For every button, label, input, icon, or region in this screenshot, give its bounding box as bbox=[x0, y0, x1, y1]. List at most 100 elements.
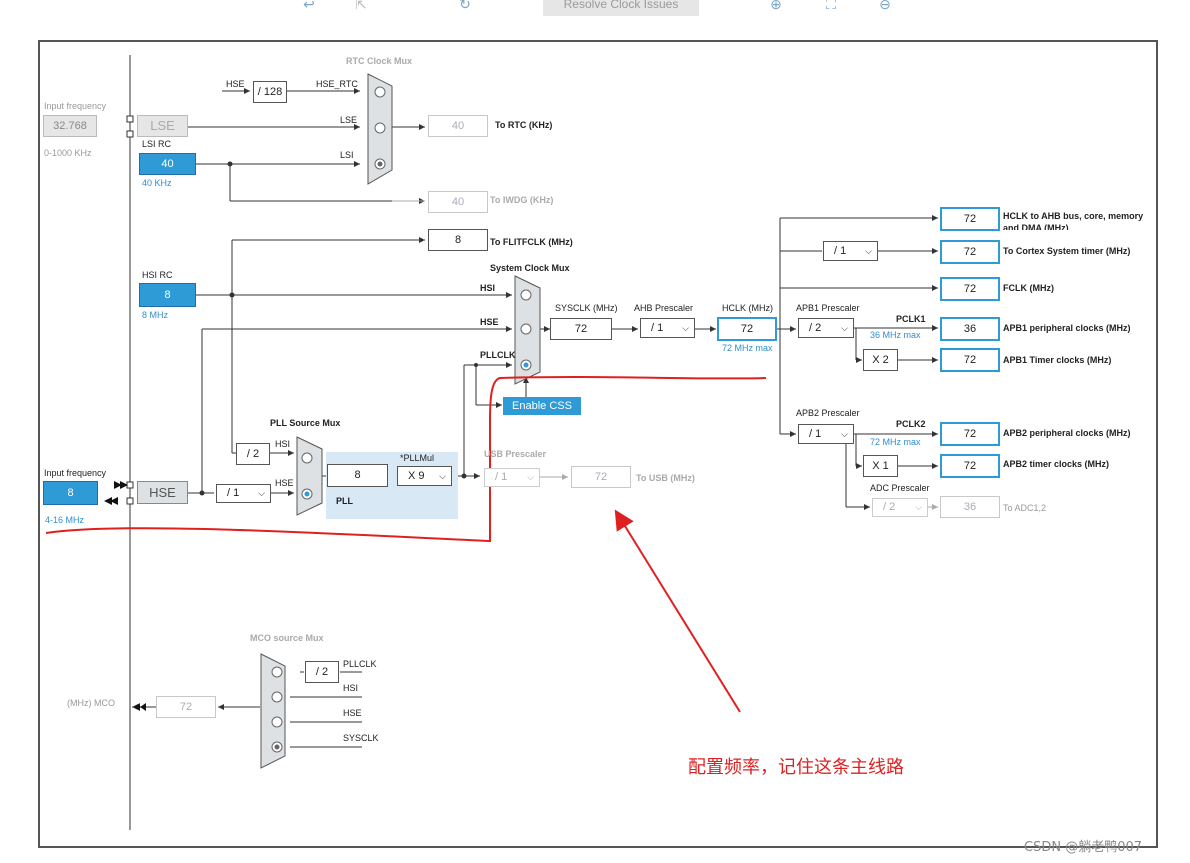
usb-output-label: To USB (MHz) bbox=[636, 473, 695, 483]
pll-source-mux-title: PLL Source Mux bbox=[270, 418, 341, 428]
adc-output-label: To ADC1,2 bbox=[1003, 503, 1047, 513]
pll-input-value: 8 bbox=[327, 464, 388, 487]
hclk-ahb-value: 72 bbox=[940, 207, 1000, 231]
pclk1-label: PCLK1 bbox=[896, 314, 926, 324]
chevron-down-icon: ⌵ bbox=[841, 323, 848, 333]
ahb-prescaler-value: / 1 bbox=[651, 322, 664, 334]
hse-oscillator[interactable]: HSE bbox=[137, 481, 188, 504]
pll-hsi-divider: / 2 bbox=[236, 443, 270, 465]
chevron-down-icon: ⌵ bbox=[527, 472, 534, 482]
rtc-lse-label: LSE bbox=[340, 115, 358, 125]
rtc-hse-divider[interactable]: / 128 bbox=[253, 81, 287, 103]
apb1-prescaler-label: APB1 Prescaler bbox=[796, 303, 860, 313]
pclk2-label: PCLK2 bbox=[896, 419, 926, 429]
sysmux-hsi-label: HSI bbox=[480, 283, 496, 293]
sysmux-pllclk-label: PLLCLK bbox=[480, 350, 516, 360]
rtc-output-value: 40 bbox=[428, 115, 488, 137]
watermark: CSDN @躺老鸭007 bbox=[1024, 840, 1143, 855]
hsi-name: HSI RC bbox=[142, 270, 173, 280]
apb2-timer-multiplier: X 1 bbox=[863, 455, 898, 477]
enable-css-button[interactable]: Enable CSS bbox=[503, 397, 581, 415]
apb2-peripheral-label: APB2 peripheral clocks (MHz) bbox=[1003, 428, 1131, 438]
mco-hse-label: HSE bbox=[343, 708, 362, 718]
pll-name: PLL bbox=[336, 496, 353, 506]
iwdg-output-label: To IWDG (KHz) bbox=[490, 195, 554, 205]
lse-oscillator[interactable]: LSE bbox=[137, 115, 188, 137]
rtc-lsi-label: LSI bbox=[340, 150, 354, 160]
chevron-down-icon: ⌵ bbox=[439, 471, 446, 481]
pll-hsi-label: HSI bbox=[275, 439, 291, 449]
hsi-value: 8 bbox=[139, 283, 196, 307]
usb-output-value: 72 bbox=[571, 466, 631, 488]
hse-divider-value: / 1 bbox=[227, 487, 240, 499]
cortex-timer-value: 72 bbox=[940, 240, 1000, 264]
hse-frequency-input[interactable]: 8 bbox=[43, 481, 98, 505]
usb-prescaler-label: USB Prescaler bbox=[484, 449, 547, 459]
iwdg-output-value: 40 bbox=[428, 191, 488, 213]
apb2-timer-value: 72 bbox=[940, 454, 1000, 478]
lsi-unit: 40 KHz bbox=[142, 178, 172, 188]
flitf-output-value: 8 bbox=[428, 229, 488, 251]
pll-mul-label: *PLLMul bbox=[400, 453, 435, 463]
hclk-max: 72 MHz max bbox=[722, 343, 773, 353]
lse-input-label: Input frequency bbox=[44, 101, 107, 111]
apb1-prescaler-value: / 2 bbox=[809, 322, 822, 334]
mco-pllclk-label: PLLCLK bbox=[343, 659, 377, 669]
adc-output-value: 36 bbox=[940, 496, 1000, 518]
apb1-prescaler-select[interactable]: / 2 ⌵ bbox=[798, 318, 854, 338]
apb2-max: 72 MHz max bbox=[870, 437, 921, 447]
apb2-prescaler-value: / 1 bbox=[809, 428, 822, 440]
apb2-timer-label: APB2 timer clocks (MHz) bbox=[1003, 459, 1110, 469]
flitf-output-label: To FLITFCLK (MHz) bbox=[490, 237, 573, 247]
usb-prescaler-value: / 1 bbox=[495, 471, 508, 483]
chevron-down-icon: ⌵ bbox=[865, 246, 872, 256]
system-clock-mux-title: System Clock Mux bbox=[490, 263, 570, 273]
mco-output-value: 72 bbox=[156, 696, 216, 718]
apb1-max: 36 MHz max bbox=[870, 330, 921, 340]
hclk-input[interactable]: 72 bbox=[717, 317, 777, 341]
cortex-divider-value: / 1 bbox=[834, 245, 847, 257]
ahb-prescaler-label: AHB Prescaler bbox=[634, 303, 694, 313]
usb-prescaler-select[interactable]: / 1 ⌵ bbox=[484, 468, 540, 487]
apb1-peripheral-label: APB1 peripheral clocks (MHz) bbox=[1003, 323, 1131, 333]
mco-output-label: (MHz) MCO bbox=[67, 698, 115, 708]
apb2-prescaler-select[interactable]: / 1 ⌵ bbox=[798, 424, 854, 444]
annotation-note: 配置频率，记住这条主线路 bbox=[688, 757, 904, 778]
lsi-value: 40 bbox=[139, 153, 196, 175]
hse-input-label: Input frequency bbox=[44, 468, 107, 478]
adc-prescaler-value: / 2 bbox=[883, 501, 896, 513]
pll-mul-value: X 9 bbox=[408, 470, 425, 482]
apb1-timer-multiplier: X 2 bbox=[863, 349, 898, 371]
pll-mul-select[interactable]: X 9 ⌵ bbox=[397, 466, 452, 486]
apb1-timer-label: APB1 Timer clocks (MHz) bbox=[1003, 355, 1112, 365]
chevron-down-icon: ⌵ bbox=[841, 429, 848, 439]
sysmux-hse-label: HSE bbox=[480, 317, 499, 327]
mco-pll-divider: / 2 bbox=[305, 661, 339, 683]
cortex-timer-label: To Cortex System timer (MHz) bbox=[1003, 246, 1131, 256]
hse-rtc-label: HSE_RTC bbox=[316, 79, 358, 89]
lse-range-label: 0-1000 KHz bbox=[44, 148, 92, 158]
lse-frequency-input[interactable]: 32.768 bbox=[43, 115, 97, 137]
sysclk-label: SYSCLK (MHz) bbox=[555, 303, 618, 313]
adc-prescaler-label: ADC Prescaler bbox=[870, 483, 930, 493]
adc-prescaler-select[interactable]: / 2 ⌵ bbox=[872, 498, 928, 517]
rtc-output-label: To RTC (KHz) bbox=[495, 120, 553, 130]
ahb-prescaler-select[interactable]: / 1 ⌵ bbox=[640, 318, 695, 338]
hse-range-label: 4-16 MHz bbox=[45, 515, 85, 525]
fclk-value: 72 bbox=[940, 277, 1000, 301]
sysclk-value: 72 bbox=[550, 318, 612, 340]
mco-hsi-label: HSI bbox=[343, 683, 359, 693]
hsi-unit: 8 MHz bbox=[142, 310, 169, 320]
hclk-ahb-label: HCLK to AHB bus, core, memory and DMA (M… bbox=[1003, 211, 1144, 230]
pll-source-mux bbox=[296, 436, 323, 516]
rtc-mux-title: RTC Clock Mux bbox=[346, 56, 413, 66]
chevron-down-icon: ⌵ bbox=[682, 323, 689, 333]
rtc-hse-label: HSE bbox=[226, 79, 245, 89]
mco-mux-title: MCO source Mux bbox=[250, 633, 324, 643]
apb2-peripheral-value: 72 bbox=[940, 422, 1000, 446]
hse-divider-select[interactable]: / 1 ⌵ bbox=[216, 484, 271, 503]
chevron-down-icon: ⌵ bbox=[915, 502, 922, 512]
cortex-divider-select[interactable]: / 1 ⌵ bbox=[823, 241, 878, 261]
apb1-timer-value: 72 bbox=[940, 348, 1000, 372]
hclk-label: HCLK (MHz) bbox=[722, 303, 773, 313]
